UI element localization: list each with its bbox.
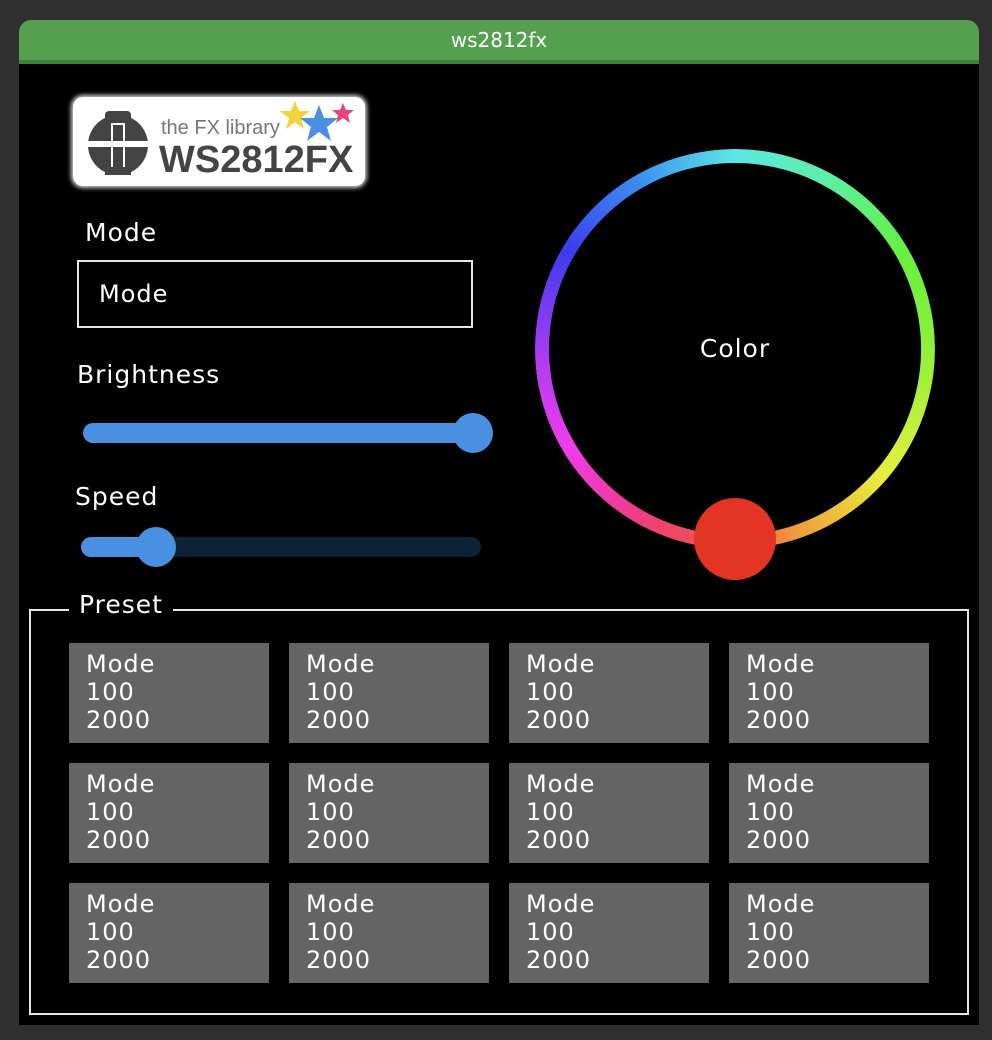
brightness-label: Brightness bbox=[77, 360, 221, 389]
preset-button[interactable]: Mode 100 2000 bbox=[69, 763, 269, 863]
preset-legend: Preset bbox=[69, 590, 173, 619]
preset-brightness: 100 bbox=[526, 678, 575, 706]
preset-button[interactable]: Mode 100 2000 bbox=[729, 763, 929, 863]
preset-button[interactable]: Mode 100 2000 bbox=[509, 643, 709, 743]
preset-brightness: 100 bbox=[86, 798, 135, 826]
ws2812fx-logo: the FX library WS2812FX bbox=[73, 97, 365, 186]
speed-slider-thumb[interactable] bbox=[135, 527, 176, 567]
preset-speed: 2000 bbox=[306, 946, 372, 974]
preset-button[interactable]: Mode 100 2000 bbox=[289, 883, 489, 983]
lamp-emblem-icon bbox=[87, 111, 149, 175]
preset-button[interactable]: Mode 100 2000 bbox=[509, 763, 709, 863]
preset-mode: Mode bbox=[306, 770, 376, 798]
preset-button[interactable]: Mode 100 2000 bbox=[69, 883, 269, 983]
preset-mode: Mode bbox=[86, 890, 156, 918]
preset-speed: 2000 bbox=[526, 946, 592, 974]
preset-mode: Mode bbox=[746, 650, 816, 678]
logo-tagline: the FX library bbox=[161, 117, 280, 139]
logo-brand: WS2812FX bbox=[159, 139, 354, 181]
preset-mode: Mode bbox=[526, 650, 596, 678]
brightness-slider[interactable] bbox=[83, 413, 503, 453]
preset-mode: Mode bbox=[526, 770, 596, 798]
preset-speed: 2000 bbox=[746, 946, 812, 974]
mode-label: Mode bbox=[85, 218, 158, 247]
preset-brightness: 100 bbox=[526, 918, 575, 946]
preset-brightness: 100 bbox=[306, 798, 355, 826]
preset-mode: Mode bbox=[746, 890, 816, 918]
preset-mode: Mode bbox=[306, 650, 376, 678]
speed-slider[interactable] bbox=[81, 527, 501, 567]
preset-brightness: 100 bbox=[746, 798, 795, 826]
preset-speed: 2000 bbox=[86, 946, 152, 974]
preset-brightness: 100 bbox=[746, 918, 795, 946]
mode-select[interactable]: Mode bbox=[77, 260, 473, 328]
brightness-slider-thumb[interactable] bbox=[453, 413, 493, 453]
preset-grid: Mode 100 2000 Mode 100 2000 Mode 100 2000 Mode… bbox=[69, 643, 929, 983]
preset-mode: Mode bbox=[746, 770, 816, 798]
preset-mode: Mode bbox=[86, 770, 156, 798]
preset-button[interactable]: Mode 100 2000 bbox=[729, 883, 929, 983]
main-content: the FX library WS2812FX Mode Mode Bright… bbox=[19, 64, 979, 1025]
preset-brightness: 100 bbox=[306, 918, 355, 946]
color-picker-handle[interactable] bbox=[694, 498, 776, 580]
preset-button[interactable]: Mode 100 2000 bbox=[69, 643, 269, 743]
preset-speed: 2000 bbox=[526, 706, 592, 734]
preset-speed: 2000 bbox=[306, 706, 372, 734]
color-label: Color bbox=[699, 334, 771, 363]
brightness-slider-fill bbox=[83, 423, 473, 443]
preset-speed: 2000 bbox=[306, 826, 372, 854]
preset-speed: 2000 bbox=[526, 826, 592, 854]
preset-button[interactable]: Mode 100 2000 bbox=[289, 763, 489, 863]
speed-label: Speed bbox=[75, 482, 159, 511]
preset-brightness: 100 bbox=[86, 918, 135, 946]
preset-mode: Mode bbox=[86, 650, 156, 678]
preset-button[interactable]: Mode 100 2000 bbox=[289, 643, 489, 743]
preset-speed: 2000 bbox=[746, 706, 812, 734]
preset-speed: 2000 bbox=[86, 706, 152, 734]
window-title: ws2812fx bbox=[19, 20, 979, 64]
preset-button[interactable]: Mode 100 2000 bbox=[729, 643, 929, 743]
preset-mode: Mode bbox=[306, 890, 376, 918]
preset-mode: Mode bbox=[526, 890, 596, 918]
app-window: ws2812fx the FX library WS2812FX Mode Mo… bbox=[19, 20, 979, 1025]
preset-brightness: 100 bbox=[526, 798, 575, 826]
preset-brightness: 100 bbox=[86, 678, 135, 706]
preset-brightness: 100 bbox=[306, 678, 355, 706]
preset-speed: 2000 bbox=[86, 826, 152, 854]
preset-brightness: 100 bbox=[746, 678, 795, 706]
preset-button[interactable]: Mode 100 2000 bbox=[509, 883, 709, 983]
preset-speed: 2000 bbox=[746, 826, 812, 854]
stars-icon bbox=[280, 101, 354, 141]
